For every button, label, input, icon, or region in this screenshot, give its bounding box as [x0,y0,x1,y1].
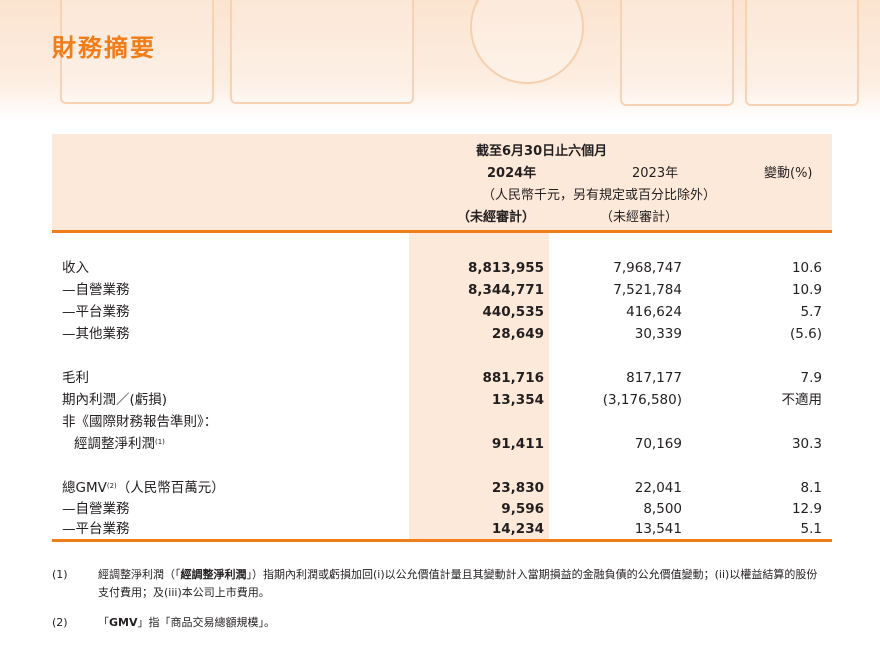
change-value: 8.1 [800,480,822,496]
table-row: 毛利 881,716 817,177 7.9 [52,368,832,388]
value-2024: 9,596 [501,501,544,517]
change-value: 10.6 [791,260,822,276]
table-row: —其他業務 28,649 30,339 (5.6) [52,324,832,344]
value-2023: 8,500 [643,501,682,517]
row-label: —平台業務 [62,304,130,320]
value-2024: 28,649 [491,326,544,342]
table-row: 非《國際財務報告準則》： [52,412,832,432]
value-2023: 416,624 [626,304,682,320]
row-label: 收入 [62,260,89,276]
value-2024: 23,830 [491,480,544,496]
year-2023-header: 2023年 [632,166,679,181]
change-value: 5.7 [800,304,822,320]
footnote-number: (1) [52,568,68,581]
table-row: 收入 8,813,955 7,968,747 10.6 [52,258,832,278]
row-label: —自營業務 [62,501,130,517]
value-2024: 91,411 [491,436,544,452]
banner-decoration [230,0,414,104]
value-2023: 817,177 [626,370,682,386]
footnote-number: (2) [52,616,68,629]
page-title: 財務摘要 [52,34,156,62]
value-2023: 22,041 [634,480,682,496]
value-2024: 881,716 [482,370,545,386]
table-row: —自營業務 8,344,771 7,521,784 10.9 [52,280,832,300]
change-header: 變動(%) [764,166,813,181]
table-row: —平台業務 440,535 416,624 5.7 [52,302,832,322]
change-value: 30.3 [791,436,822,452]
banner-decoration [620,0,734,106]
footnote-marker: (2) [106,482,117,490]
row-label: 期內利潤／(虧損) [62,392,168,408]
banner-petri-dish [470,0,584,84]
footnote-text: 「GMV」指「商品交易總額規模」。 [98,616,275,629]
value-2024: 13,354 [491,392,544,408]
table-row: —自營業務 9,596 8,500 12.9 [52,499,832,519]
value-2023: (3,176,580) [602,392,682,408]
change-value: 12.9 [791,501,822,517]
audit-2024-label: （未經審計） [457,210,536,225]
value-2023: 7,521,784 [613,282,682,298]
row-label: —其他業務 [62,326,130,342]
value-2024: 8,344,771 [467,282,544,298]
value-2024: 8,813,955 [467,260,544,276]
table-row: 總GMV(2)（人民幣百萬元） 23,830 22,041 8.1 [52,478,832,498]
footnote-2: (2) 「GMV」指「商品交易總額規模」。 [52,614,832,634]
value-2023: 30,339 [634,326,682,342]
unit-note: （人民幣千元，另有規定或百分比除外） [482,188,717,203]
footnote-text: 經調整淨利潤（「經調整淨利潤」）指期內利潤或虧損加回(i)以公允價值計量且其變動… [98,568,818,599]
table-row: 期內利潤／(虧損) 13,354 (3,176,580) 不適用 [52,390,832,410]
audit-2023-label: （未經審計） [600,210,679,225]
value-2023: 7,968,747 [613,260,682,276]
financial-summary-table: 截至6月30日止六個月 2024年 2023年 變動(%) （人民幣千元，另有規… [52,134,832,542]
row-label: —自營業務 [62,282,130,298]
year-2024-header: 2024年 [487,166,537,181]
footnote-marker: (1) [155,438,165,446]
row-label: 總GMV(2)（人民幣百萬元） [62,480,225,496]
value-2023: 70,169 [634,436,682,452]
value-2024: 440,535 [482,304,545,320]
footnote-1: (1) 經調整淨利潤（「經調整淨利潤」）指期內利潤或虧損加回(i)以公允價值計量… [52,566,832,606]
change-value: 7.9 [800,370,822,386]
row-label: 毛利 [62,370,89,386]
row-label: 經調整淨利潤(1) [74,436,165,452]
change-value: 10.9 [791,282,822,298]
table-bottom-rule [52,539,832,542]
change-value: (5.6) [789,326,822,342]
period-header: 截至6月30日止六個月 [476,144,608,159]
table-row: —平台業務 14,234 13,541 5.1 [52,519,832,539]
change-value: 不適用 [781,392,823,408]
banner-decoration [745,0,859,106]
table-row: 經調整淨利潤(1) 91,411 70,169 30.3 [52,434,832,454]
value-2024: 14,234 [491,521,544,537]
row-label: 非《國際財務報告準則》： [62,414,218,430]
header-divider [52,230,832,233]
row-label: —平台業務 [62,521,130,537]
value-2023: 13,541 [634,521,682,537]
change-value: 5.1 [800,521,822,537]
